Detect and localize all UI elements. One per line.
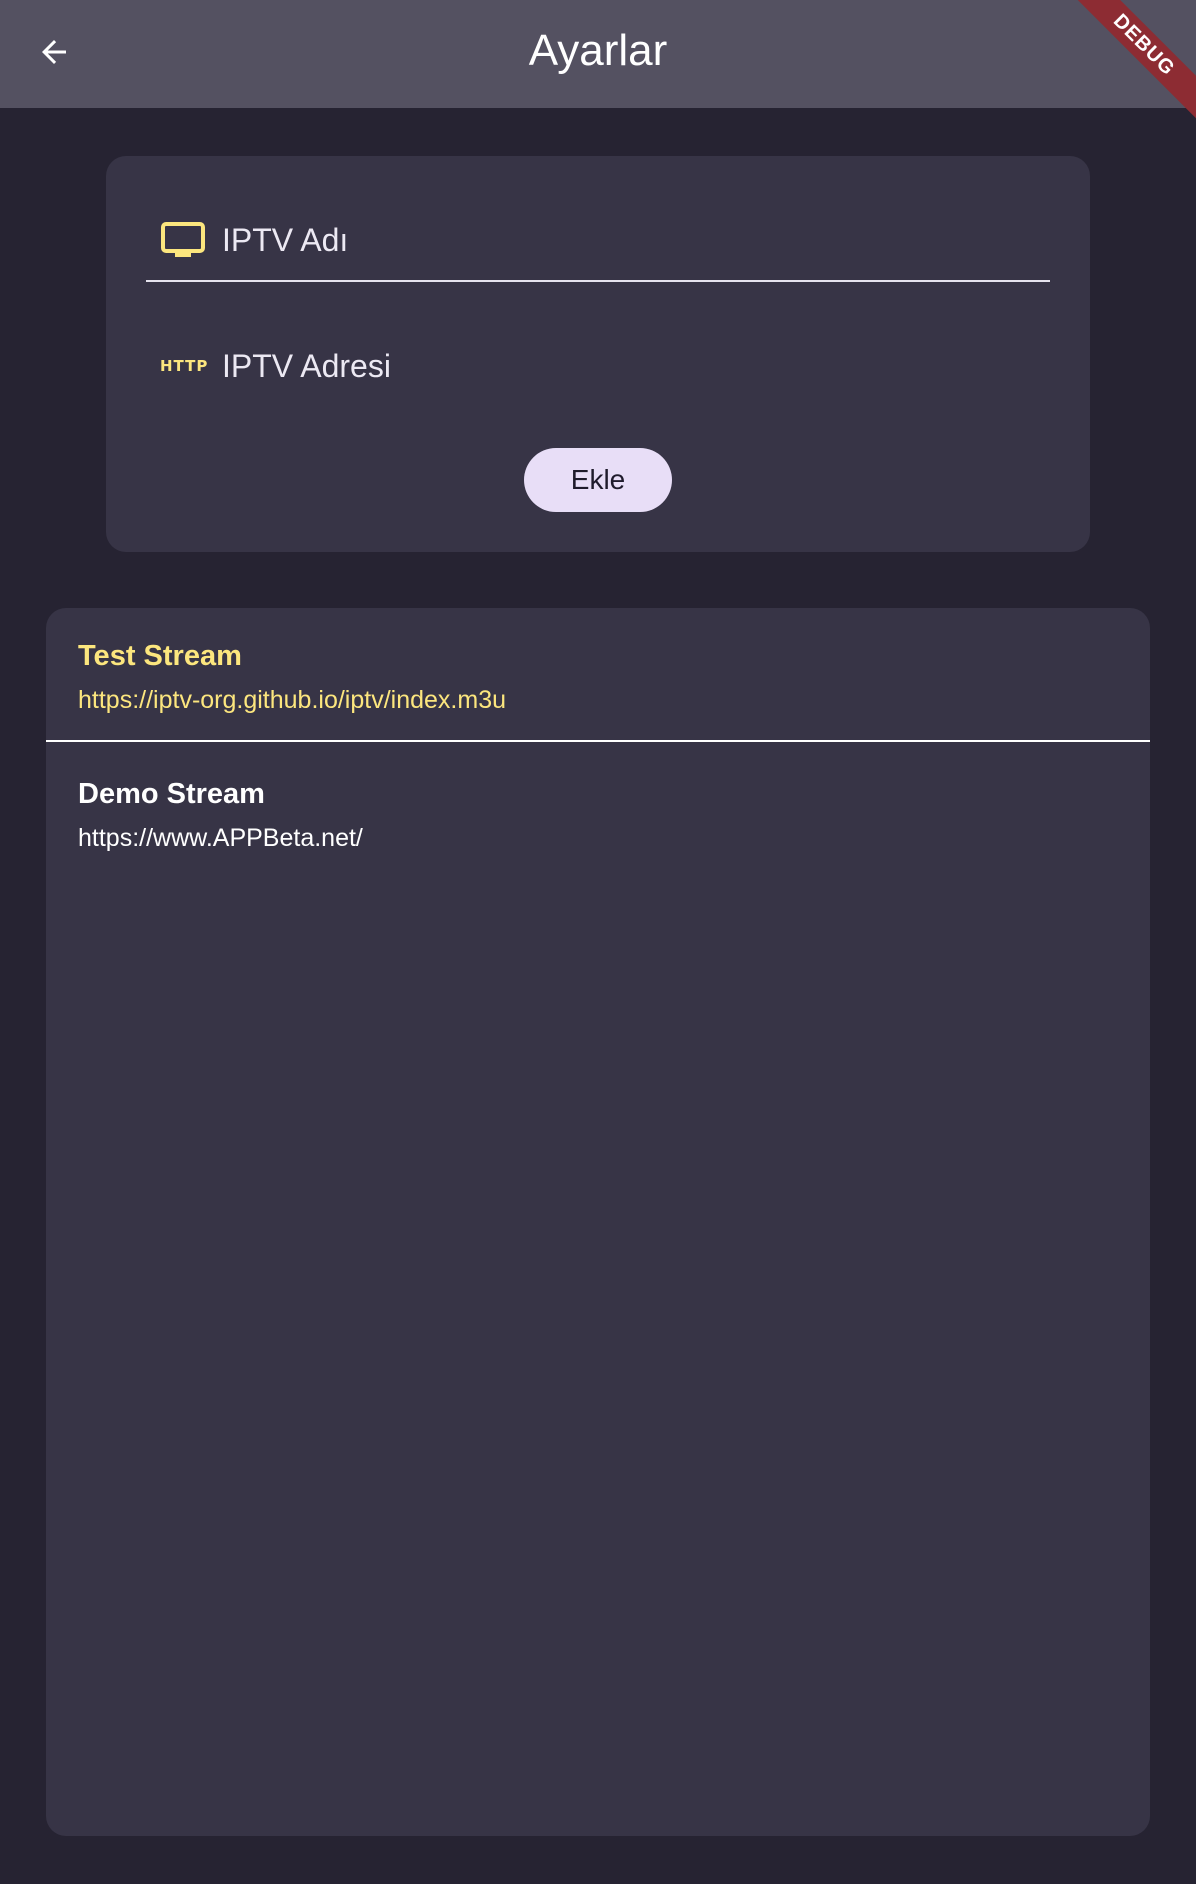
iptv-address-field[interactable]: HTTP IPTV Adresi [146,326,1050,406]
stream-name: Demo Stream [78,778,265,810]
page-title: Ayarlar [528,26,668,75]
stream-list: Test Stream https://iptv-org.github.io/i… [46,608,1150,1836]
stream-url: https://www.APPBeta.net/ [78,824,363,852]
list-item[interactable]: Demo Stream https://www.APPBeta.net/ [46,742,1150,878]
app-bar: Ayarlar [0,0,1196,108]
add-iptv-form: IPTV Adı HTTP IPTV Adresi Ekle [106,156,1090,552]
http-icon: HTTP [160,357,210,375]
tv-icon [160,221,210,259]
stream-url: https://iptv-org.github.io/iptv/index.m3… [78,686,507,714]
iptv-address-placeholder: IPTV Adresi [222,347,391,384]
add-button[interactable]: Ekle [524,448,672,512]
iptv-name-field[interactable]: IPTV Adı [146,200,1050,282]
iptv-name-placeholder: IPTV Adı [222,221,349,258]
list-item[interactable]: Test Stream https://iptv-org.github.io/i… [46,608,1150,742]
http-icon-text: HTTP [160,357,209,375]
stream-name: Test Stream [78,640,242,672]
